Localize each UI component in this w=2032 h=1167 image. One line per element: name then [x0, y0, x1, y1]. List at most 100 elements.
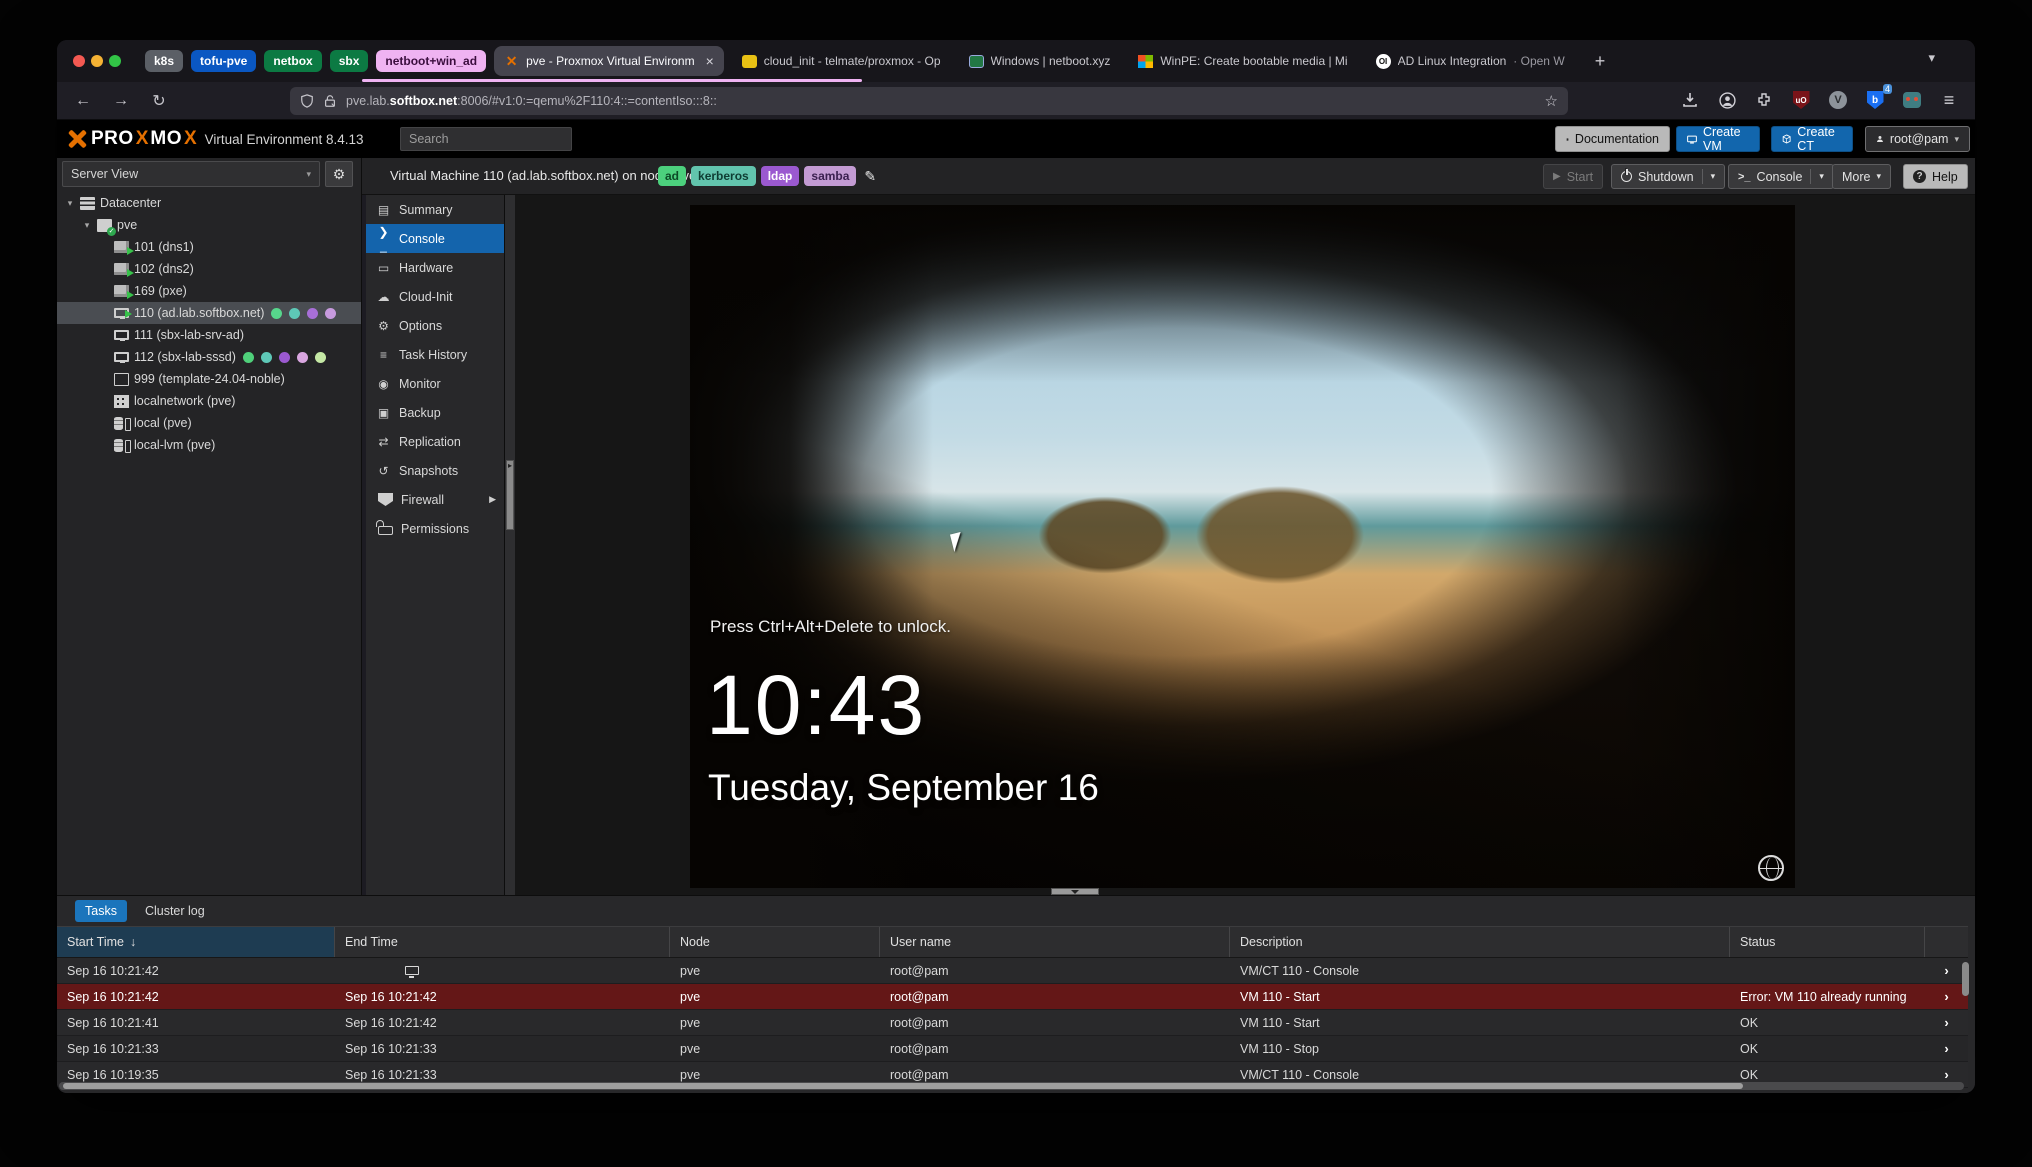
browser-tab[interactable]: WinPE: Create bootable media | Mi [1128, 46, 1357, 76]
reload-icon[interactable]: ↻ [147, 89, 171, 113]
console-menu-chevron-icon[interactable]: ▾ [1819, 171, 1824, 182]
close-window-button[interactable] [73, 55, 85, 67]
panel-collapse-handle[interactable] [1051, 888, 1099, 895]
network-globe-icon[interactable] [1758, 855, 1784, 881]
tab-group-chip[interactable]: k8s [145, 50, 183, 72]
options-icon: ⚙ [376, 319, 391, 333]
tree-item[interactable]: local (pve) [57, 412, 361, 434]
tree-item[interactable]: 112 (sbx-lab-sssd) [57, 346, 361, 368]
vimium-icon[interactable]: V [1826, 88, 1850, 112]
caret-down-icon[interactable]: ▾ [65, 198, 75, 209]
tasks-tab-cluster-log[interactable]: Cluster log [135, 900, 215, 922]
horizontal-scrollbar[interactable] [59, 1082, 1964, 1090]
pixel-favicon-icon [969, 55, 984, 68]
vertical-scroll-thumb[interactable] [1962, 962, 1969, 996]
tree-item[interactable]: 111 (sbx-lab-srv-ad) [57, 324, 361, 346]
tree-settings-button[interactable]: ⚙ [325, 161, 353, 187]
tab-group-chip[interactable]: netbox [264, 50, 321, 72]
tree-item[interactable]: 999 (template-24.04-noble) [57, 368, 361, 390]
user-menu-button[interactable]: root@pam▾ [1865, 126, 1970, 152]
app-menu-icon[interactable]: ≡ [1937, 88, 1961, 112]
more-button[interactable]: More▾ [1832, 164, 1891, 189]
menu-item-snapshots[interactable]: ↺Snapshots [366, 456, 504, 485]
zoom-window-button[interactable] [109, 55, 121, 67]
view-selector[interactable]: Server View▾ [62, 161, 320, 187]
browser-tab[interactable]: ✕pve - Proxmox Virtual Environm× [494, 46, 724, 76]
tag-dot [271, 308, 282, 319]
downloads-icon[interactable] [1678, 88, 1702, 112]
tree-item[interactable]: local-lvm (pve) [57, 434, 361, 456]
column-header[interactable]: User name [880, 927, 1230, 957]
browser-tab[interactable]: OIAD Linux Integration· Open W [1366, 46, 1575, 76]
column-header[interactable]: Start Time↓ [57, 927, 335, 957]
tab-group-chip[interactable]: tofu-pve [191, 50, 256, 72]
menu-item-label: Permissions [401, 522, 469, 536]
close-tab-icon[interactable]: × [706, 53, 714, 69]
console-button[interactable]: >_Console▾ [1728, 164, 1834, 189]
tab-group-chip[interactable]: netboot+win_ad [376, 50, 486, 72]
horizontal-scroll-thumb[interactable] [63, 1083, 1743, 1089]
menu-item-firewall[interactable]: Firewall▶ [366, 485, 504, 514]
url-bar[interactable]: pve.lab.softbox.net:8006/#v1:0:=qemu%2F1… [290, 87, 1568, 115]
splitter-handle[interactable]: ▸ [506, 460, 514, 530]
task-row[interactable]: Sep 16 10:21:33Sep 16 10:21:33pveroot@pa… [57, 1036, 1968, 1062]
column-header[interactable]: End Time [335, 927, 670, 957]
task-row[interactable]: Sep 16 10:21:42Sep 16 10:21:42pveroot@pa… [57, 984, 1968, 1010]
menu-item-task-history[interactable]: ≡Task History [366, 340, 504, 369]
tab-group-chip[interactable]: sbx [330, 50, 369, 72]
tree-item[interactable]: 110 (ad.lab.softbox.net) [57, 302, 361, 324]
menu-item-console[interactable]: ❯_Console [366, 224, 504, 253]
new-tab-button[interactable]: + [1587, 48, 1613, 74]
create-ct-button[interactable]: Create CT [1771, 126, 1853, 152]
ublock-origin-icon[interactable]: uO [1789, 88, 1813, 112]
browser-tab[interactable]: Windows | netboot.xyz [959, 46, 1121, 76]
help-button[interactable]: ?Help [1903, 164, 1968, 189]
tree-item[interactable]: ▾pve [57, 214, 361, 236]
menu-item-options[interactable]: ⚙Options [366, 311, 504, 340]
menu-item-permissions[interactable]: Permissions [366, 514, 504, 543]
create-vm-button[interactable]: Create VM [1676, 126, 1760, 152]
account-icon[interactable] [1715, 88, 1739, 112]
task-row[interactable]: Sep 16 10:21:41Sep 16 10:21:42pveroot@pa… [57, 1010, 1968, 1036]
tree-item[interactable]: 169 (pxe) [57, 280, 361, 302]
menu-item-hardware[interactable]: ▭Hardware [366, 253, 504, 282]
extensions-puzzle-icon[interactable] [1752, 88, 1776, 112]
forward-icon[interactable]: → [109, 89, 133, 113]
tracking-shield-icon[interactable] [300, 94, 314, 108]
minimize-window-button[interactable] [91, 55, 103, 67]
search-input[interactable]: Search [400, 127, 572, 151]
vertical-scrollbar[interactable] [1962, 962, 1971, 1082]
bitwarden-icon[interactable]: b4 [1863, 88, 1887, 112]
start-button[interactable]: ▶Start [1543, 164, 1603, 189]
menu-item-replication[interactable]: ⇄Replication [366, 427, 504, 456]
create-vm-label: Create VM [1703, 125, 1749, 153]
browser-tab[interactable]: cloud_init - telmate/proxmox - Op [732, 46, 951, 76]
tree-item[interactable]: 101 (dns1) [57, 236, 361, 258]
openwebui-favicon-icon: OI [1376, 54, 1391, 69]
column-header[interactable]: Node [670, 927, 880, 957]
shutdown-button[interactable]: Shutdown▾ [1611, 164, 1725, 189]
task-row[interactable]: Sep 16 10:21:42pveroot@pamVM/CT 110 - Co… [57, 958, 1968, 984]
insecure-lock-icon[interactable] [323, 94, 337, 108]
menu-item-monitor[interactable]: ◉Monitor [366, 369, 504, 398]
column-header[interactable]: Status [1730, 927, 1925, 957]
documentation-button[interactable]: Documentation [1555, 126, 1670, 152]
caret-down-icon[interactable]: ▾ [82, 220, 92, 231]
tasks-tab-tasks[interactable]: Tasks [75, 900, 127, 922]
back-icon[interactable]: ← [71, 89, 95, 113]
menu-item-cloud-init[interactable]: ☁Cloud-Init [366, 282, 504, 311]
column-header[interactable]: Description [1230, 927, 1730, 957]
menu-item-summary[interactable]: ▤Summary [366, 195, 504, 224]
all-tabs-chevron-icon[interactable]: ▾ [1928, 50, 1935, 66]
tree-item[interactable]: localnetwork (pve) [57, 390, 361, 412]
shutdown-menu-chevron-icon[interactable]: ▾ [1711, 171, 1716, 182]
edit-tags-pencil-icon[interactable]: ✎ [864, 168, 876, 185]
tree-item[interactable]: ▾Datacenter [57, 192, 361, 214]
vnc-display[interactable]: Press Ctrl+Alt+Delete to unlock. 10:43 T… [690, 205, 1795, 888]
tree-item[interactable]: 102 (dns2) [57, 258, 361, 280]
robot-extension-icon[interactable] [1900, 88, 1924, 112]
menu-splitter[interactable]: ▸ [505, 195, 515, 895]
menu-item-backup[interactable]: ▣Backup [366, 398, 504, 427]
tag-dot [279, 352, 290, 363]
bookmark-star-icon[interactable]: ☆ [1545, 92, 1558, 110]
